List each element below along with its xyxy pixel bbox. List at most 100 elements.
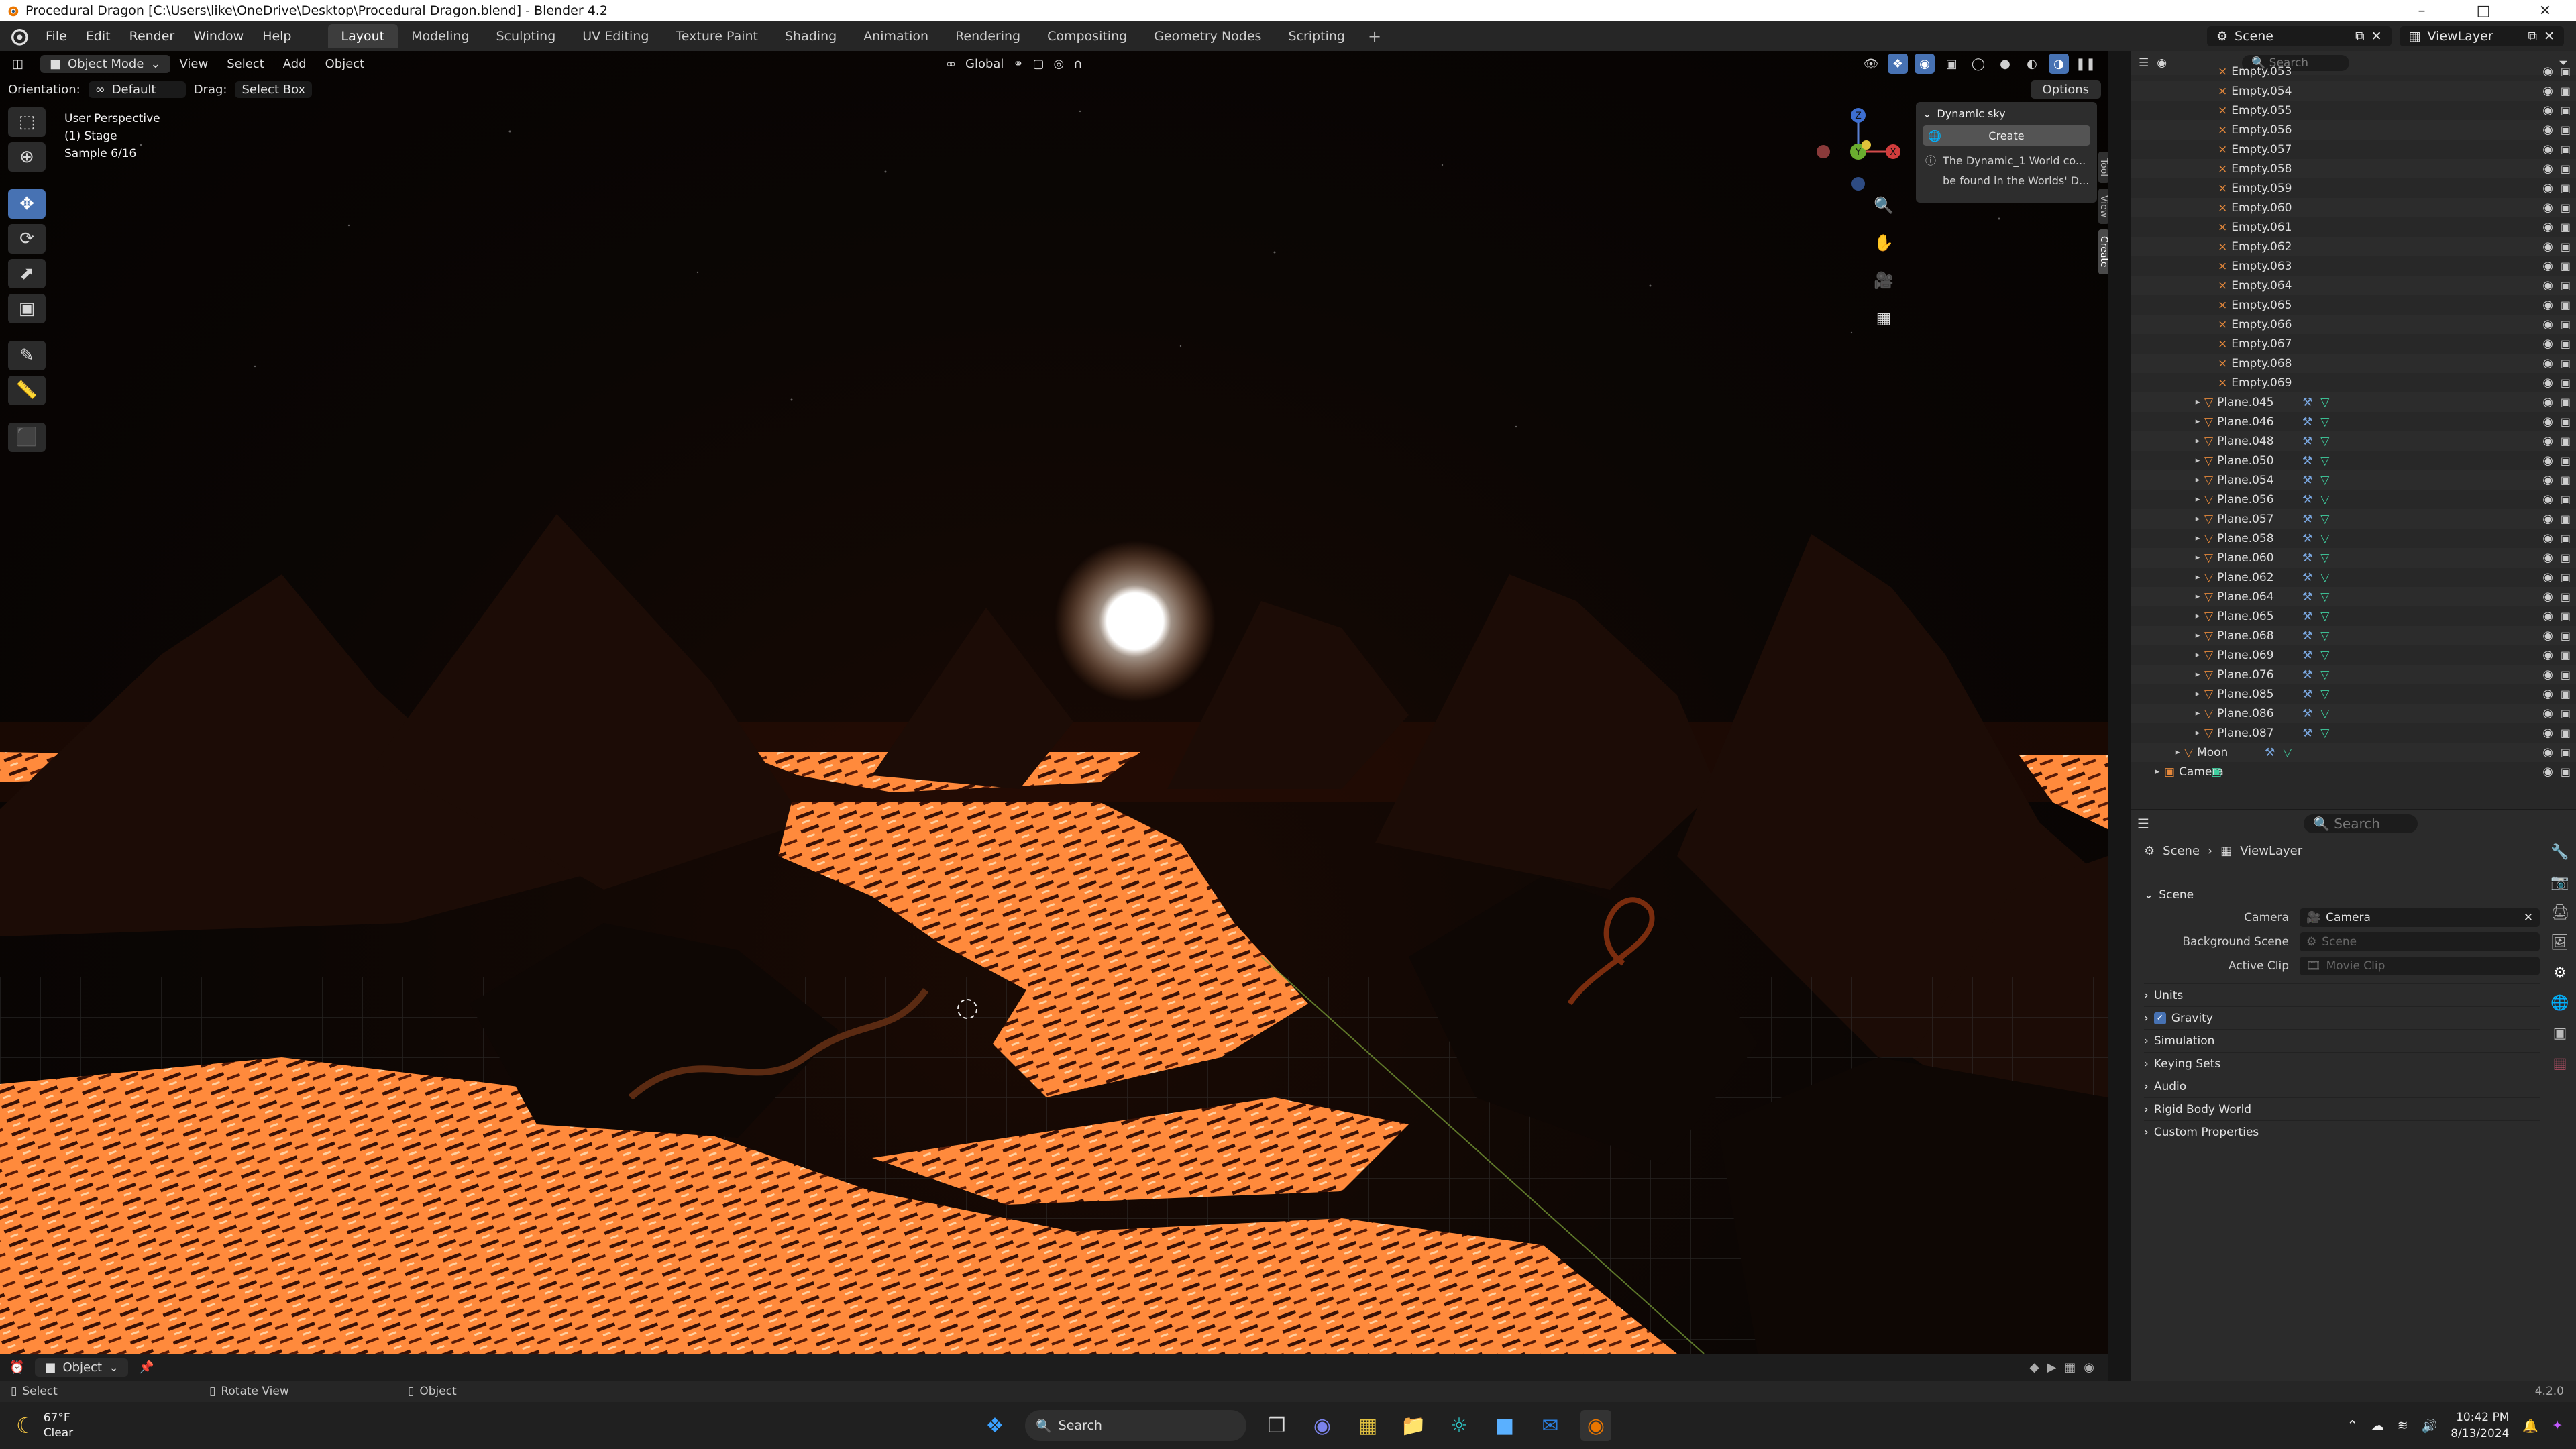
eye-icon[interactable]: ◉: [2542, 687, 2553, 701]
maximize-button[interactable]: □: [2453, 3, 2514, 19]
tab-layout[interactable]: Layout: [327, 24, 398, 48]
render-camera-icon[interactable]: ▣: [2561, 493, 2571, 506]
expand-arrow-icon[interactable]: ▸: [2191, 669, 2204, 680]
outliner-row[interactable]: ▸ ▽ Plane.057 ⚒ ▽ ◉ ▣: [2131, 509, 2576, 529]
active-clip-field[interactable]: 🎞 Movie Clip: [2300, 957, 2540, 975]
eye-icon[interactable]: ◉: [2542, 162, 2553, 176]
blender-taskbar-icon[interactable]: ◉: [1580, 1410, 1611, 1441]
render-camera-icon[interactable]: ▣: [2561, 435, 2571, 447]
render-camera-icon[interactable]: ▣: [2561, 707, 2571, 720]
wrench-icon[interactable]: ⚒: [2302, 610, 2312, 623]
render-camera-icon[interactable]: ▣: [2561, 765, 2571, 778]
eye-icon[interactable]: ◉: [2542, 434, 2553, 448]
object-menu[interactable]: Object: [316, 57, 374, 71]
collection-tab-icon[interactable]: ▣: [2553, 1025, 2567, 1042]
mesh-data-icon[interactable]: ▽: [2320, 415, 2329, 429]
world-tab-icon[interactable]: 🌐: [2551, 995, 2569, 1012]
viewlayer-selector[interactable]: ▦ ViewLayer ⧉ ✕: [2399, 26, 2564, 46]
wrench-icon[interactable]: ⚒: [2302, 513, 2312, 526]
render-camera-icon[interactable]: ▣: [2561, 396, 2571, 409]
tool-tab-icon[interactable]: 🔧: [2551, 844, 2569, 861]
outliner-row[interactable]: ▸ ▽ Plane.054 ⚒ ▽ ◉ ▣: [2131, 470, 2576, 490]
eye-icon[interactable]: ◉: [2542, 745, 2553, 759]
tab-shading[interactable]: Shading: [771, 24, 850, 48]
render-camera-icon[interactable]: ▣: [2561, 337, 2571, 350]
expand-arrow-icon[interactable]: ▸: [2191, 728, 2204, 738]
eye-icon[interactable]: ◉: [2542, 453, 2553, 468]
wrench-icon[interactable]: ⚒: [2302, 551, 2312, 565]
render-camera-icon[interactable]: ▣: [2561, 571, 2571, 584]
eye-icon[interactable]: ◉: [2542, 201, 2553, 215]
falloff-icon[interactable]: ∩: [1073, 57, 1082, 71]
outliner-row[interactable]: ⨯ Empty.068 ◉ ▣: [2131, 354, 2576, 373]
blender-menu-icon[interactable]: [8, 25, 30, 47]
eye-icon[interactable]: ◉: [2542, 706, 2553, 720]
eye-icon[interactable]: ◉: [2542, 590, 2553, 604]
render-camera-icon[interactable]: ▣: [2561, 318, 2571, 331]
menu-window[interactable]: Window: [184, 29, 253, 44]
tab-tool[interactable]: Tool: [2098, 152, 2108, 184]
outliner-row[interactable]: ⨯ Empty.066 ◉ ▣: [2131, 315, 2576, 334]
outliner-row[interactable]: ▸ ▣ Camera ▣ ◉ ▣: [2131, 762, 2576, 782]
outliner-row[interactable]: ▸ ▽ Plane.045 ⚒ ▽ ◉ ▣: [2131, 392, 2576, 412]
render-camera-icon[interactable]: ▣: [2561, 668, 2571, 681]
pin-icon[interactable]: 📌: [139, 1360, 154, 1375]
add-menu[interactable]: Add: [274, 57, 316, 71]
expand-arrow-icon[interactable]: ▸: [2151, 767, 2164, 777]
notification-bell-icon[interactable]: 🔔: [2522, 1418, 2538, 1434]
overlay-icon[interactable]: ◉: [2084, 1360, 2094, 1375]
wrench-icon[interactable]: ⚒: [2302, 493, 2312, 506]
editor-type-icon[interactable]: ☰: [2137, 816, 2149, 832]
mesh-data-icon[interactable]: ▽: [2320, 454, 2329, 468]
gravity-checkbox[interactable]: ✓: [2153, 1012, 2166, 1024]
render-camera-icon[interactable]: ▣: [2561, 746, 2571, 759]
minimize-button[interactable]: –: [2391, 3, 2453, 19]
weather-widget[interactable]: ☾ 67°F Clear: [16, 1411, 73, 1440]
tab-uv-editing[interactable]: UV Editing: [569, 24, 662, 48]
pan-hand-icon[interactable]: ✋: [1869, 229, 1898, 256]
pause-render-icon[interactable]: ❚❚: [2076, 54, 2096, 74]
zoom-icon[interactable]: 🔍: [1869, 192, 1898, 219]
render-tab-icon[interactable]: 📷: [2551, 874, 2569, 891]
expand-arrow-icon[interactable]: ▸: [2191, 397, 2204, 407]
eye-icon[interactable]: ◉: [2542, 181, 2553, 195]
eye-icon[interactable]: ◉: [2542, 317, 2553, 331]
wrench-icon[interactable]: ⚒: [2302, 629, 2312, 643]
outliner-row[interactable]: ⨯ Empty.060 ◉ ▣: [2131, 198, 2576, 217]
xray-icon[interactable]: ▣: [1941, 54, 1962, 74]
eye-icon[interactable]: ◉: [2542, 103, 2553, 117]
render-camera-icon[interactable]: ▣: [2561, 629, 2571, 642]
outliner-row[interactable]: ⨯ Empty.057 ◉ ▣: [2131, 140, 2576, 159]
grid-perspective-icon[interactable]: ▦: [1869, 305, 1898, 331]
eye-icon[interactable]: ◉: [2542, 142, 2553, 156]
render-camera-icon[interactable]: ▣: [2561, 688, 2571, 700]
store-icon[interactable]: ■: [1489, 1410, 1520, 1441]
3d-viewport[interactable]: ◫ ■ Object Mode ⌄ View Select Add Object…: [0, 51, 2108, 1354]
render-camera-icon[interactable]: ▣: [2561, 532, 2571, 545]
scene-tab-icon[interactable]: ⚙: [2553, 965, 2567, 981]
outliner-row[interactable]: ▸ ▽ Plane.064 ⚒ ▽ ◉ ▣: [2131, 587, 2576, 606]
expand-arrow-icon[interactable]: ▸: [2191, 475, 2204, 485]
outliner-row[interactable]: ⨯ Empty.059 ◉ ▣: [2131, 178, 2576, 198]
outliner-row[interactable]: ▸ ▽ Plane.086 ⚒ ▽ ◉ ▣: [2131, 704, 2576, 723]
mesh-data-icon[interactable]: ▽: [2320, 551, 2329, 565]
expand-arrow-icon[interactable]: ▸: [2191, 436, 2204, 446]
measure-tool-icon[interactable]: 📏: [8, 376, 46, 405]
wrench-icon[interactable]: ⚒: [2302, 435, 2312, 448]
viewlayer-new-icon[interactable]: ⧉: [2528, 29, 2538, 44]
editor-type-icon[interactable]: ◫: [12, 57, 23, 71]
tab-scripting[interactable]: Scripting: [1275, 24, 1358, 48]
properties-search[interactable]: 🔍 Search: [2303, 814, 2418, 833]
onedrive-icon[interactable]: ☁: [2371, 1418, 2384, 1433]
tab-animation[interactable]: Animation: [850, 24, 942, 48]
tab-create[interactable]: Create: [2098, 229, 2108, 274]
render-camera-icon[interactable]: ▣: [2561, 415, 2571, 428]
add-workspace-button[interactable]: +: [1358, 27, 1391, 46]
render-camera-icon[interactable]: ▣: [2561, 299, 2571, 311]
outliner-row[interactable]: ▸ ▽ Plane.050 ⚒ ▽ ◉ ▣: [2131, 451, 2576, 470]
eye-icon[interactable]: ◉: [2542, 337, 2553, 351]
expand-arrow-icon[interactable]: ▸: [2191, 631, 2204, 641]
outliner-row[interactable]: ▸ ▽ Plane.048 ⚒ ▽ ◉ ▣: [2131, 431, 2576, 451]
eye-icon[interactable]: ◉: [2542, 64, 2553, 78]
tab-geometry-nodes[interactable]: Geometry Nodes: [1140, 24, 1275, 48]
